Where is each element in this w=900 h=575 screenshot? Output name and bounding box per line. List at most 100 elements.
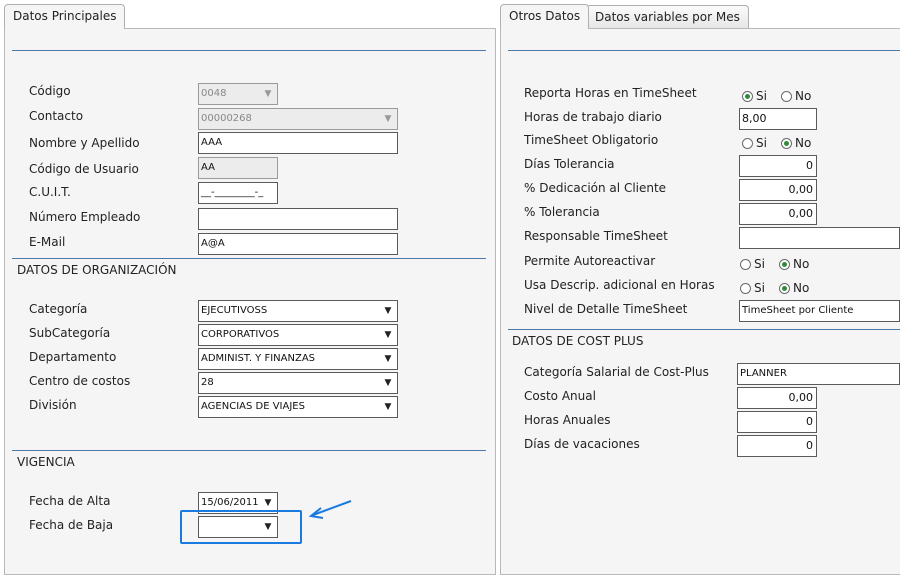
- radio-selected-icon: [742, 91, 753, 102]
- reporta-horas-si-radio[interactable]: Si: [742, 89, 767, 103]
- descrip-adicional-label: Usa Descrip. adicional en Horas: [524, 278, 715, 292]
- organizacion-divider: [12, 258, 486, 259]
- radio-label: No: [795, 136, 812, 150]
- timesheet-obligatorio-label: TimeSheet Obligatorio: [524, 133, 659, 147]
- numero-empleado-input[interactable]: [198, 208, 398, 230]
- chevron-down-icon[interactable]: ▼: [379, 325, 397, 345]
- chevron-down-icon[interactable]: ▼: [379, 301, 397, 321]
- dias-tolerancia-input[interactable]: 0: [739, 155, 817, 177]
- fecha-baja-label: Fecha de Baja: [29, 518, 114, 532]
- descrip-adicional-si-radio[interactable]: Si: [740, 281, 765, 295]
- numero-empleado-label: Número Empleado: [29, 210, 141, 224]
- reporta-horas-no-radio[interactable]: No: [781, 89, 811, 103]
- fecha-alta-value: 15/06/2011: [201, 497, 259, 508]
- autoreactivar-label: Permite Autoreactivar: [524, 254, 656, 268]
- dias-vacaciones-label: Días de vacaciones: [524, 437, 640, 451]
- dias-tolerancia-label: Días Tolerancia: [524, 157, 615, 171]
- subcategoria-label: SubCategoría: [29, 326, 111, 340]
- horas-trabajo-input[interactable]: 8,00: [739, 108, 817, 130]
- nombre-label: Nombre y Apellido: [29, 136, 140, 150]
- radio-selected-icon: [779, 283, 790, 294]
- contacto-select[interactable]: 00000268 ▼: [198, 108, 398, 130]
- categoria-salarial-label: Categoría Salarial de Cost-Plus: [524, 365, 709, 379]
- vigencia-title: VIGENCIA: [17, 455, 75, 469]
- horas-anuales-label: Horas Anuales: [524, 413, 611, 427]
- departamento-label: Departamento: [29, 350, 117, 364]
- autoreactivar-si-radio[interactable]: Si: [740, 257, 765, 271]
- responsable-label: Responsable TimeSheet: [524, 229, 668, 243]
- organizacion-title: DATOS DE ORGANIZACIÓN: [17, 263, 177, 277]
- vigencia-divider: [12, 450, 486, 451]
- codigo-value: 0048: [201, 88, 227, 99]
- categoria-select[interactable]: EJECUTIVOSS ▼: [198, 300, 398, 322]
- subcategoria-value: CORPORATIVOS: [201, 329, 280, 340]
- chevron-down-icon[interactable]: ▼: [379, 349, 397, 369]
- tab-datos-principales[interactable]: Datos Principales: [4, 4, 126, 29]
- radio-unselected-icon: [740, 283, 751, 294]
- radio-label: Si: [754, 281, 765, 295]
- dias-vacaciones-input[interactable]: 0: [737, 435, 817, 457]
- responsable-input[interactable]: [739, 227, 900, 249]
- tolerancia-label: % Tolerancia: [524, 205, 600, 219]
- descrip-adicional-no-radio[interactable]: No: [779, 281, 809, 295]
- departamento-select[interactable]: ADMINIST. Y FINANZAS ▼: [198, 348, 398, 370]
- chevron-down-icon[interactable]: ▼: [379, 397, 397, 417]
- horas-trabajo-label: Horas de trabajo diario: [524, 110, 662, 124]
- radio-label: Si: [756, 136, 767, 150]
- email-input[interactable]: A@A: [198, 233, 398, 255]
- categoria-salarial-select[interactable]: PLANNER: [737, 363, 900, 385]
- division-select[interactable]: AGENCIAS DE VIAJES ▼: [198, 396, 398, 418]
- categoria-label: Categoría: [29, 302, 88, 316]
- cuit-label: C.U.I.T.: [29, 185, 71, 199]
- tab-otros-datos[interactable]: Otros Datos: [500, 4, 590, 29]
- radio-label: Si: [754, 257, 765, 271]
- codigo-usuario-label: Código de Usuario: [29, 162, 139, 176]
- codigo-label: Código: [29, 84, 71, 98]
- email-label: E-Mail: [29, 235, 66, 249]
- cost-plus-divider: [508, 329, 900, 330]
- departamento-value: ADMINIST. Y FINANZAS: [201, 353, 316, 364]
- pointer-arrow-icon: [308, 500, 352, 519]
- cuit-input[interactable]: __-________-_: [198, 182, 278, 204]
- radio-label: No: [793, 281, 810, 295]
- radio-label: No: [793, 257, 810, 271]
- contacto-label: Contacto: [29, 109, 84, 123]
- codigo-usuario-input[interactable]: AA: [198, 157, 278, 179]
- radio-label: No: [795, 89, 812, 103]
- subcategoria-select[interactable]: CORPORATIVOS ▼: [198, 324, 398, 346]
- nivel-detalle-label: Nivel de Detalle TimeSheet: [524, 302, 688, 316]
- fecha-alta-label: Fecha de Alta: [29, 494, 111, 508]
- categoria-value: EJECUTIVOSS: [201, 305, 268, 316]
- horas-anuales-input[interactable]: 0: [737, 411, 817, 433]
- nivel-detalle-select[interactable]: TimeSheet por Cliente: [739, 300, 900, 322]
- chevron-down-icon[interactable]: ▼: [259, 84, 277, 104]
- nombre-input[interactable]: AAA: [198, 132, 398, 154]
- costo-anual-input[interactable]: 0,00: [737, 387, 817, 409]
- contacto-value: 00000268: [201, 113, 252, 124]
- radio-unselected-icon: [740, 259, 751, 270]
- radio-label: Si: [756, 89, 767, 103]
- header-divider-right: [508, 50, 900, 51]
- division-label: División: [29, 398, 77, 412]
- tolerancia-input[interactable]: 0,00: [739, 203, 817, 225]
- fecha-baja-highlight-box: [180, 510, 302, 544]
- centro-costos-label: Centro de costos: [29, 374, 131, 388]
- chevron-down-icon[interactable]: ▼: [379, 373, 397, 393]
- radio-selected-icon: [779, 259, 790, 270]
- codigo-select[interactable]: 0048 ▼: [198, 83, 278, 105]
- radio-selected-icon: [781, 138, 792, 149]
- dedicacion-label: % Dedicación al Cliente: [524, 181, 667, 195]
- chevron-down-icon[interactable]: ▼: [379, 109, 397, 129]
- dedicacion-input[interactable]: 0,00: [739, 179, 817, 201]
- centro-costos-select[interactable]: 28 ▼: [198, 372, 398, 394]
- radio-unselected-icon: [742, 138, 753, 149]
- cost-plus-title: DATOS DE COST PLUS: [512, 334, 644, 348]
- reporta-horas-label: Reporta Horas en TimeSheet: [524, 86, 697, 100]
- radio-unselected-icon: [781, 91, 792, 102]
- centro-costos-value: 28: [201, 377, 214, 388]
- timesheet-obligatorio-si-radio[interactable]: Si: [742, 136, 767, 150]
- autoreactivar-no-radio[interactable]: No: [779, 257, 809, 271]
- tab-datos-variables-por-mes[interactable]: Datos variables por Mes: [586, 5, 749, 28]
- timesheet-obligatorio-no-radio[interactable]: No: [781, 136, 811, 150]
- header-divider-left: [12, 50, 486, 51]
